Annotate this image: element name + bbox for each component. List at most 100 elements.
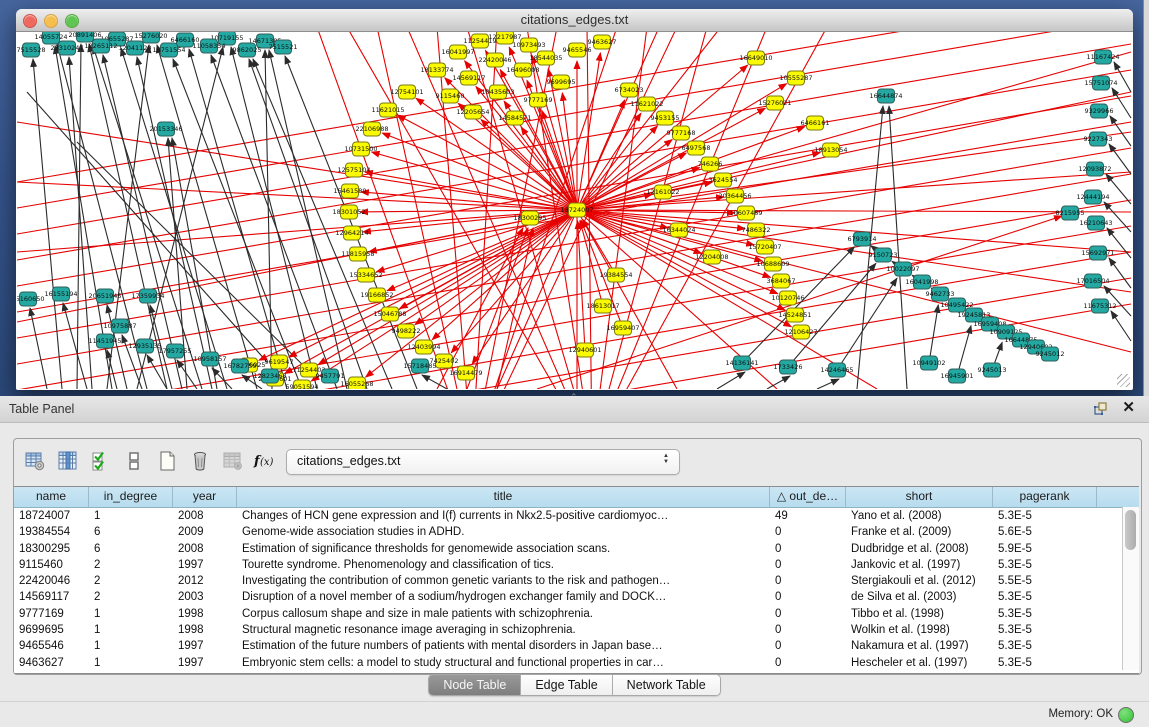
graph-node[interactable]: 9150723 bbox=[869, 248, 898, 262]
graph-node[interactable]: 16945901 bbox=[940, 369, 973, 383]
graph-node[interactable]: 9245012 bbox=[1036, 347, 1065, 361]
graph-node[interactable]: 18613017 bbox=[586, 299, 619, 313]
graph-node[interactable]: 11815958 bbox=[341, 247, 374, 261]
graph-node[interactable]: 18301052 bbox=[332, 205, 365, 219]
graph-node[interactable]: 14569117 bbox=[452, 71, 485, 85]
graph-node[interactable]: 12964214 bbox=[335, 226, 368, 240]
tab-node-table[interactable]: Node Table bbox=[429, 675, 521, 695]
graph-node[interactable]: 10973493 bbox=[512, 38, 545, 52]
graph-node[interactable]: 10435603 bbox=[481, 85, 514, 99]
graph-node[interactable]: 11058354 bbox=[192, 39, 225, 53]
new-document-button[interactable] bbox=[154, 449, 180, 475]
graph-node[interactable]: 15461589 bbox=[333, 184, 366, 198]
column-header-pagerank[interactable]: pagerank bbox=[993, 487, 1097, 507]
graph-node[interactable]: 12161022 bbox=[646, 185, 679, 199]
graph-node[interactable]: 22420046 bbox=[478, 53, 511, 67]
graph-node[interactable]: 10555287 bbox=[779, 71, 812, 85]
graph-node[interactable]: 12935135 bbox=[128, 339, 161, 353]
column-header-name[interactable]: name bbox=[14, 487, 89, 507]
graph-node[interactable]: 16649010 bbox=[739, 51, 772, 65]
column-header-in_degree[interactable]: in_degree bbox=[89, 487, 173, 507]
graph-node[interactable]: 9227343 bbox=[1084, 132, 1113, 146]
graph-node[interactable]: 3684067 bbox=[767, 274, 796, 288]
panel-resize-grip-icon[interactable]: ⌃ bbox=[570, 392, 578, 403]
table-row[interactable]: 911546021997Tourette syndrome. Phenomeno… bbox=[14, 557, 1139, 573]
graph-node[interactable]: 20651945 bbox=[88, 289, 121, 303]
graph-node[interactable]: 9115460 bbox=[436, 89, 465, 103]
graph-node[interactable]: 19166852 bbox=[360, 288, 393, 302]
graph-node[interactable]: 1733426 bbox=[774, 360, 803, 374]
graph-node[interactable]: 12041120 bbox=[118, 41, 151, 55]
graph-node[interactable]: 16644874 bbox=[869, 89, 902, 103]
vertical-scrollbar[interactable] bbox=[1122, 507, 1139, 670]
column-header-year[interactable]: year bbox=[173, 487, 237, 507]
select-all-button[interactable] bbox=[88, 449, 114, 475]
column-header-out_de[interactable]: △ out_de… bbox=[770, 487, 846, 507]
graph-node[interactable]: 9862025 bbox=[233, 43, 262, 57]
graph-node[interactable]: 6734023 bbox=[615, 83, 644, 97]
graph-node[interactable]: 8215955 bbox=[1056, 206, 1085, 220]
table-selector[interactable]: citations_edges.txt ▲▼ bbox=[286, 449, 680, 475]
tab-edge-table[interactable]: Edge Table bbox=[521, 675, 612, 695]
memory-status-indicator[interactable] bbox=[1118, 707, 1134, 723]
table-row[interactable]: 946554611997Estimation of the future num… bbox=[14, 638, 1139, 654]
graph-node[interactable]: 14246465 bbox=[820, 363, 853, 377]
network-canvas[interactable]: 1872400712754101116210152210698810731500… bbox=[17, 32, 1132, 389]
graph-node[interactable]: 11167424 bbox=[1086, 50, 1119, 64]
graph-node[interactable]: 16155194 bbox=[44, 287, 77, 301]
graph-node[interactable]: 10022097 bbox=[886, 262, 919, 276]
table-row[interactable]: 969969511998Structural magnetic resonanc… bbox=[14, 622, 1139, 638]
graph-node[interactable]: 20364456 bbox=[718, 189, 751, 203]
table-row[interactable]: 2242004622012Investigating the contribut… bbox=[14, 573, 1139, 589]
float-panel-icon[interactable] bbox=[1093, 401, 1109, 417]
window-titlebar[interactable]: citations_edges.txt bbox=[16, 9, 1133, 32]
graph-node[interactable]: 9245013 bbox=[978, 363, 1007, 377]
graph-node[interactable]: 11621015 bbox=[371, 103, 404, 117]
column-header-short[interactable]: short bbox=[846, 487, 993, 507]
table-row[interactable]: 946362711997Embryonic stem cells: a mode… bbox=[14, 655, 1139, 671]
graph-node[interactable]: 25160650 bbox=[17, 292, 45, 306]
graph-node[interactable]: 10958157 bbox=[193, 352, 226, 366]
graph-node[interactable]: 16055268 bbox=[340, 377, 373, 389]
graph-node[interactable]: 18913054 bbox=[814, 143, 847, 157]
graph-node[interactable]: 10688609 bbox=[756, 257, 789, 271]
graph-node[interactable]: 12940601 bbox=[568, 343, 601, 357]
scrollbar-thumb[interactable] bbox=[1125, 510, 1136, 550]
select-columns-button[interactable] bbox=[55, 449, 81, 475]
graph-node[interactable]: 18265112 bbox=[84, 39, 117, 53]
graph-node[interactable]: 9777168 bbox=[667, 126, 696, 140]
graph-node[interactable]: 9453155 bbox=[651, 111, 680, 125]
delete-table-button[interactable] bbox=[220, 449, 246, 475]
graph-node[interactable]: 9463627 bbox=[588, 35, 617, 49]
graph-node[interactable]: 15046788 bbox=[373, 307, 406, 321]
graph-node[interactable]: 18133774 bbox=[420, 63, 453, 77]
table-row[interactable]: 977716911998Corpus callosum shape and si… bbox=[14, 606, 1139, 622]
table-row[interactable]: 1872400712008Changes of HCN gene express… bbox=[14, 508, 1139, 524]
function-builder-button[interactable]: f(x) bbox=[253, 449, 279, 475]
table-settings-button[interactable] bbox=[22, 449, 48, 475]
graph-node[interactable]: 16959407 bbox=[606, 321, 639, 335]
graph-node[interactable]: 12754101 bbox=[390, 85, 423, 99]
close-panel-icon[interactable]: ✕ bbox=[1122, 400, 1135, 416]
graph-node[interactable]: 746266 bbox=[698, 157, 723, 171]
table-row[interactable]: 1830029562008Estimation of significance … bbox=[14, 541, 1139, 557]
delete-rows-button[interactable] bbox=[187, 449, 213, 475]
graph-node[interactable]: 15720407 bbox=[748, 240, 781, 254]
table-row[interactable]: 1456911722003Disruption of a novel membe… bbox=[14, 589, 1139, 605]
graph-node[interactable]: 11621022 bbox=[630, 97, 663, 111]
graph-node[interactable]: 9699695 bbox=[547, 75, 576, 89]
graph-node[interactable]: 16041997 bbox=[441, 45, 474, 59]
graph-node[interactable]: 23310247 bbox=[50, 41, 83, 55]
graph-node[interactable]: 7515521 bbox=[269, 40, 298, 54]
graph-node[interactable]: 10949102 bbox=[912, 356, 945, 370]
graph-node[interactable]: 3624554 bbox=[709, 173, 738, 187]
graph-node[interactable]: 9329966 bbox=[1085, 104, 1114, 118]
graph-node[interactable]: 10607489 bbox=[729, 206, 762, 220]
clear-selection-button[interactable] bbox=[121, 449, 147, 475]
graph-node[interactable]: 15276021 bbox=[758, 96, 791, 110]
table-row[interactable]: 1938455462009Genome-wide association stu… bbox=[14, 524, 1139, 540]
graph-node[interactable]: 10731500 bbox=[344, 142, 377, 156]
graph-node[interactable]: 6466161 bbox=[801, 116, 830, 130]
graph-node[interactable]: 9619547 bbox=[265, 355, 294, 369]
graph-node[interactable]: 7515528 bbox=[17, 43, 45, 57]
